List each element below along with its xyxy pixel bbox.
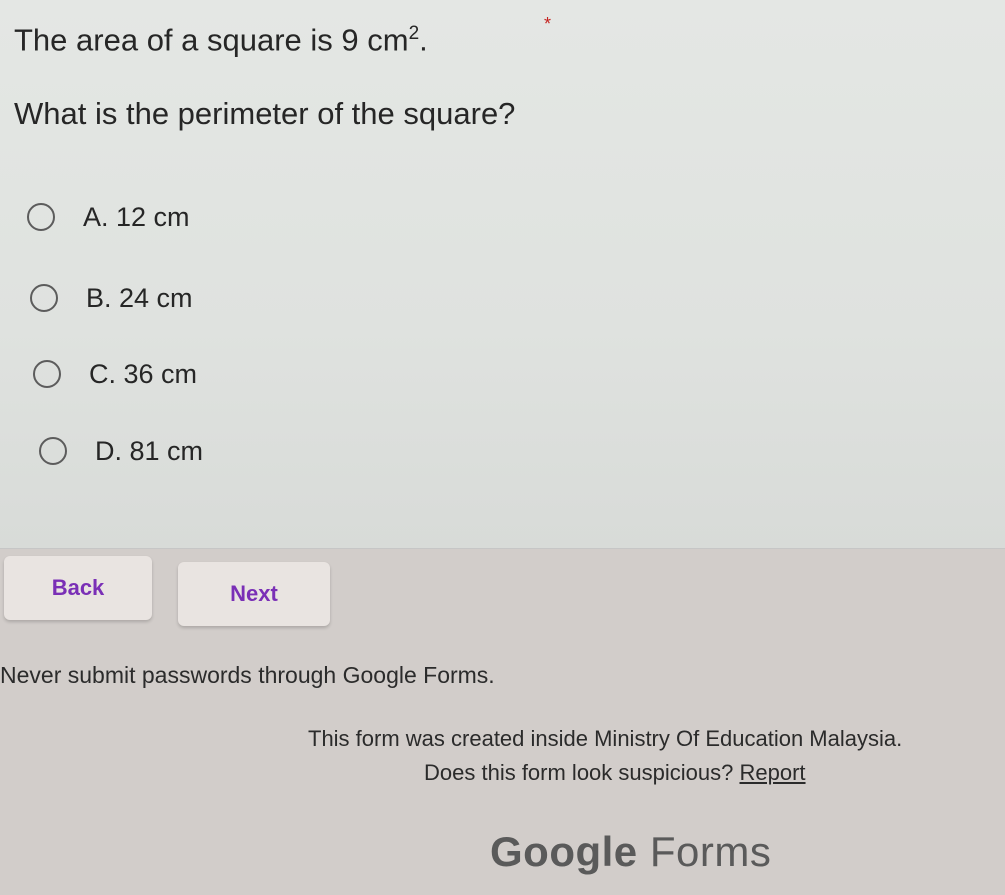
brand-forms: Forms (649, 828, 772, 875)
question-text: The area of a square is 9 cm (14, 22, 409, 58)
back-button[interactable]: Back (4, 556, 152, 620)
option-b[interactable]: B. 24 cm (30, 278, 193, 318)
password-notice: Never submit passwords through Google Fo… (0, 662, 495, 688)
radio-unchecked-icon[interactable] (27, 203, 55, 231)
google-forms-logo[interactable]: Google Forms (490, 828, 771, 876)
question-prompt: What is the perimeter of the square? (14, 96, 516, 131)
option-label: A. 12 cm (83, 201, 190, 232)
option-c[interactable]: C. 36 cm (33, 354, 197, 394)
radio-unchecked-icon[interactable] (39, 437, 67, 465)
suspicious-line: Does this form look suspicious? Report (424, 760, 806, 786)
option-label: B. 24 cm (86, 282, 193, 313)
option-a[interactable]: A. 12 cm (27, 197, 190, 237)
question-title: The area of a square is 9 cm2. (14, 14, 428, 60)
radio-unchecked-icon[interactable] (33, 360, 61, 388)
question-card: The area of a square is 9 cm2. * What is… (0, 0, 1005, 549)
question-superscript: 2 (408, 23, 420, 44)
brand-google: Google (490, 828, 638, 875)
option-label: C. 36 cm (89, 358, 198, 389)
option-label: D. 81 cm (95, 435, 204, 466)
next-button[interactable]: Next (178, 562, 330, 626)
required-asterisk: * (544, 14, 552, 34)
radio-unchecked-icon[interactable] (30, 284, 58, 312)
suspicious-text: Does this form look suspicious? (424, 760, 734, 785)
option-d[interactable]: D. 81 cm (39, 431, 203, 471)
question-text-suffix: . (419, 22, 428, 58)
report-link[interactable]: Report (739, 760, 805, 785)
created-inside-text: This form was created inside Ministry Of… (308, 726, 903, 751)
